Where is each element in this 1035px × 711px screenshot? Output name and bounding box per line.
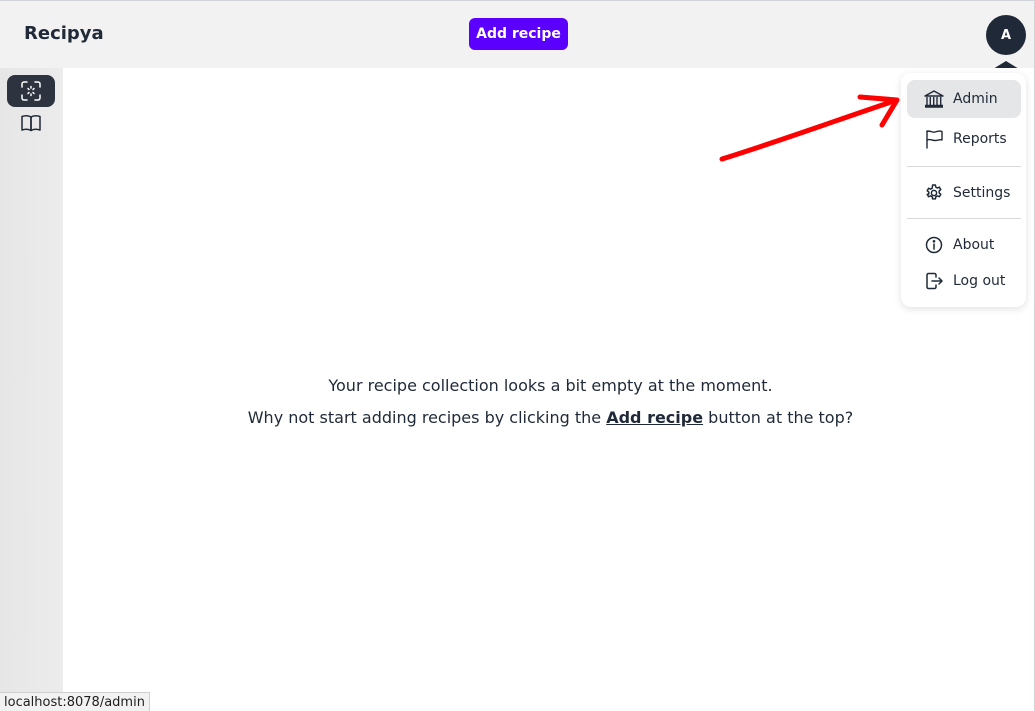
add-recipe-link[interactable]: Add recipe — [606, 408, 703, 427]
menu-item-label: Reports — [953, 131, 1007, 147]
menu-item-label: Settings — [953, 185, 1011, 201]
menu-divider — [907, 218, 1021, 219]
menu-item-admin[interactable]: Admin — [907, 80, 1021, 118]
gear-icon — [923, 182, 945, 204]
logout-icon — [923, 270, 945, 292]
sidebar-item-scan[interactable] — [7, 75, 55, 107]
menu-item-label: Log out — [953, 273, 1006, 289]
empty-state: Your recipe collection looks a bit empty… — [63, 370, 1034, 434]
empty-state-line2: Why not start adding recipes by clicking… — [63, 402, 1034, 434]
status-bar-url: localhost:8078/admin — [0, 692, 150, 711]
menu-item-settings[interactable]: Settings — [907, 174, 1021, 212]
empty-state-text-after: button at the top? — [703, 408, 854, 427]
sidebar-item-cookbooks[interactable] — [7, 107, 55, 139]
top-navbar: Recipya Add recipe A — [0, 1, 1034, 69]
flag-icon — [923, 128, 945, 150]
menu-item-logout[interactable]: Log out — [907, 262, 1021, 300]
app-window: Recipya Add recipe A Your recipe collect… — [0, 0, 1035, 711]
menu-item-reports[interactable]: Reports — [907, 120, 1021, 158]
menu-item-about[interactable]: About — [907, 226, 1021, 264]
main-content: Your recipe collection looks a bit empty… — [63, 68, 1034, 711]
add-recipe-button[interactable]: Add recipe — [469, 18, 568, 50]
user-avatar[interactable]: A — [986, 15, 1026, 55]
sidebar — [0, 68, 63, 711]
brand-logo[interactable]: Recipya — [24, 23, 104, 44]
menu-item-label: About — [953, 237, 995, 253]
book-icon — [21, 115, 41, 132]
empty-state-text-before: Why not start adding recipes by clicking… — [247, 408, 607, 427]
menu-divider — [907, 166, 1021, 167]
bank-icon — [923, 88, 945, 110]
scan-icon — [21, 81, 41, 101]
info-icon — [923, 234, 945, 256]
empty-state-line1: Your recipe collection looks a bit empty… — [328, 376, 773, 395]
menu-item-label: Admin — [953, 91, 998, 107]
user-dropdown-menu: Admin Reports Settings About Log out — [901, 73, 1026, 307]
